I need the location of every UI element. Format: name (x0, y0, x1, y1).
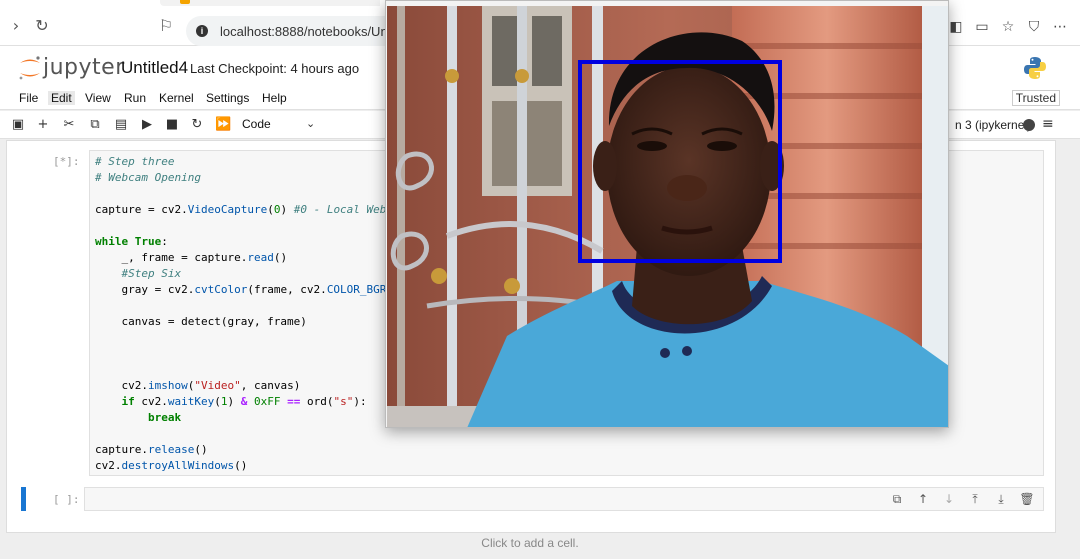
info-icon[interactable]: i (196, 25, 208, 37)
cell-type-select[interactable]: Code (242, 117, 271, 131)
jupyter-logo-text: jupyter (43, 55, 125, 80)
run-icon[interactable]: ▶ (139, 117, 155, 133)
menu-view[interactable]: View (82, 91, 114, 105)
browser-right-icons: ◧ ▭ ☆ ⛉ ⋯ (948, 19, 1068, 35)
python-logo-icon (1024, 57, 1046, 79)
code-line: break (147, 411, 182, 424)
code-line: _, frame = capture.read() (95, 251, 288, 264)
code-line: capture = cv2.VideoCapture(0) #0 - Local… (95, 203, 407, 216)
move-up-icon[interactable]: ↑ (915, 492, 931, 506)
add-icon[interactable]: + (35, 117, 51, 133)
add-cell-hint[interactable]: Click to add a cell. (0, 536, 1060, 550)
stop-icon[interactable]: ■ (164, 117, 180, 133)
code-line: # Webcam Opening (95, 171, 201, 184)
trusted-indicator[interactable]: Trusted (1011, 90, 1060, 106)
cell-prompt: [*]: (53, 155, 80, 168)
duplicate-icon[interactable]: ⧉ (889, 492, 905, 506)
code-line: if cv2.waitKey(1) & 0xFF == ord("s"): (121, 395, 367, 408)
save-icon[interactable]: ▣ (10, 117, 26, 133)
code-editor[interactable]: # Step three # Webcam Opening capture = … (95, 154, 413, 474)
shield-icon[interactable]: ⛉ (1026, 19, 1042, 35)
jupyter-logo-icon[interactable] (16, 54, 44, 82)
address-bar[interactable]: i localhost:8888/notebooks/Unt (186, 16, 396, 46)
code-line: # Step three (95, 155, 175, 168)
insert-below-icon[interactable]: ⤓ (993, 492, 1009, 506)
active-cell-indicator (21, 487, 26, 511)
copy-icon[interactable]: ⧉ (87, 117, 103, 133)
menu-edit[interactable]: Edit (48, 91, 75, 105)
kernel-name[interactable]: n 3 (ipykernel) (955, 118, 1031, 132)
menu-file[interactable]: File (16, 91, 41, 105)
code-line: while True: (95, 235, 168, 248)
menu-kernel[interactable]: Kernel (156, 91, 197, 105)
code-line: #Step Six (95, 267, 182, 280)
cell-prompt: [ ]: (53, 493, 80, 506)
split-view-icon[interactable]: ◧ (948, 19, 964, 35)
fast-forward-icon[interactable]: ⏩ (215, 117, 231, 133)
notebook-title[interactable]: Untitled4 (121, 58, 188, 78)
code-line: canvas = detect(gray, frame) (95, 315, 307, 328)
code-line: cv2.destroyAllWindows() (95, 459, 248, 472)
kernel-status-icon (1023, 119, 1035, 131)
favorites-icon[interactable]: ☆ (1000, 19, 1016, 35)
reload-icon[interactable]: ↻ (34, 18, 50, 34)
chevron-down-icon[interactable]: ⌄ (306, 117, 315, 130)
more-icon[interactable]: ⋯ (1052, 19, 1068, 35)
bookmark-icon[interactable]: ⚐ (158, 18, 174, 34)
checkpoint-status: Last Checkpoint: 4 hours ago (190, 61, 360, 76)
insert-above-icon[interactable]: ⤒ (967, 492, 983, 506)
url-text: localhost:8888/notebooks/Unt (220, 24, 392, 39)
delete-icon[interactable]: 🗑 (1019, 492, 1035, 506)
code-line: capture.release() (95, 443, 208, 456)
browser-tab[interactable] (160, 0, 380, 6)
empty-code-cell[interactable]: ⧉ ↑ ↓ ⤒ ⤓ 🗑 (84, 487, 1044, 511)
cell-actions: ⧉ ↑ ↓ ⤒ ⤓ 🗑 (889, 492, 1035, 506)
code-line: cv2.imshow("Video", canvas) (95, 379, 301, 392)
move-down-icon[interactable]: ↓ (941, 492, 957, 506)
menu-help[interactable]: Help (259, 91, 290, 105)
webcam-frame (387, 6, 948, 427)
forward-icon[interactable]: › (8, 18, 24, 34)
hamburger-menu-icon[interactable]: ≡ (1042, 116, 1054, 132)
menu-settings[interactable]: Settings (203, 91, 252, 105)
menu-run[interactable]: Run (121, 91, 149, 105)
restart-icon[interactable]: ↻ (189, 117, 205, 133)
paste-icon[interactable]: ▤ (113, 117, 129, 133)
reader-icon[interactable]: ▭ (974, 19, 990, 35)
tab-favicon-icon (180, 0, 190, 4)
cut-icon[interactable]: ✂ (61, 117, 77, 133)
code-line: gray = cv2.cvtColor(frame, cv2.COLOR_BGR… (95, 283, 413, 296)
video-window[interactable] (385, 0, 949, 428)
